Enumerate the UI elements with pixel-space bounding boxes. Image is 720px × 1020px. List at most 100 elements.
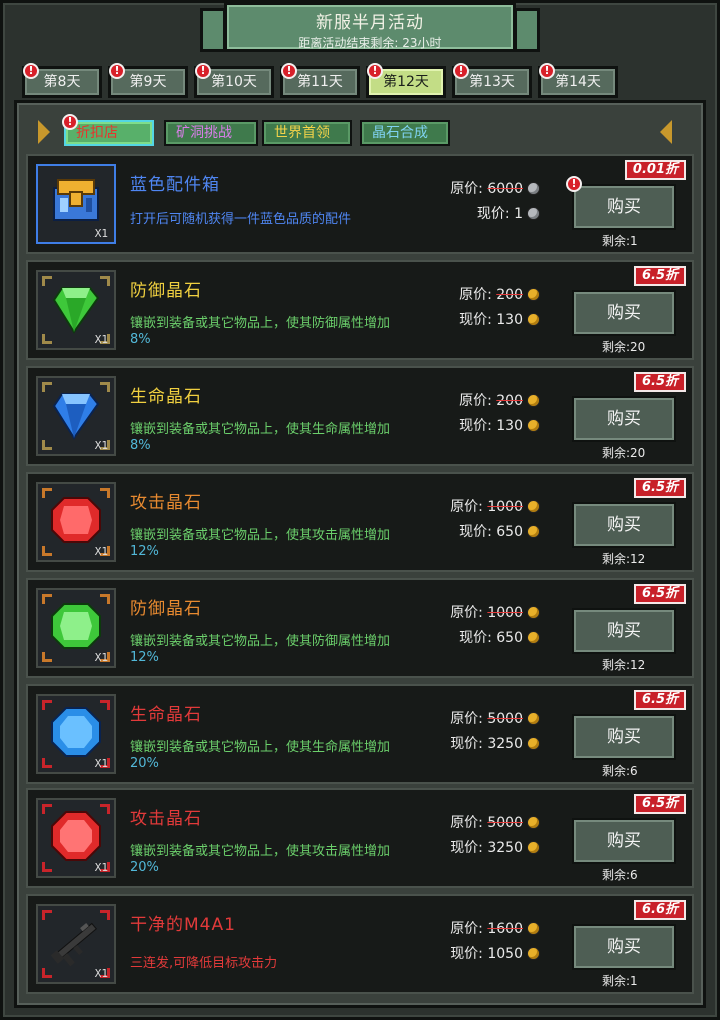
shop-item: X1 攻击晶石 镶嵌到装备或其它物品上，使其攻击属性增加12% 原价: 1000 现价:… — [26, 472, 694, 572]
arrow-left-icon[interactable] — [660, 120, 672, 144]
remaining-label: 剩余: — [602, 446, 631, 460]
alert-badge-icon: ! — [281, 63, 297, 79]
item-icon-slot[interactable]: X1 — [36, 798, 116, 878]
tab-day-12[interactable]: 第12天! — [366, 63, 446, 98]
item-name: 干净的M4A1 — [130, 915, 236, 935]
alert-badge-icon: ! — [62, 114, 78, 130]
buy-button[interactable]: 购买 — [572, 502, 676, 548]
current-price-label: 现价: — [450, 840, 483, 856]
item-description: 三连发,可降低目标攻击力 — [130, 956, 410, 972]
alert-badge-icon: ! — [195, 63, 211, 79]
item-name: 生命晶石 — [130, 705, 202, 725]
original-price-value: 1600 — [487, 921, 523, 937]
item-icon-slot[interactable]: X1 — [36, 694, 116, 774]
original-price-label: 原价: — [450, 499, 483, 515]
item-quantity: X1 — [94, 651, 108, 664]
item-description-text: 打开后可随机获得一件蓝色品质的配件 — [130, 212, 352, 227]
current-price-value: 650 — [496, 524, 523, 540]
current-price: 现价: 130 — [420, 309, 540, 329]
remaining-stock: 剩余:1 — [578, 232, 682, 249]
original-price-label: 原价: — [450, 815, 483, 831]
event-banner: 新服半月活动 距离活动结束剩余: 23小时 — [224, 2, 516, 52]
arrow-right-icon[interactable] — [38, 120, 50, 144]
item-description-text: 镶嵌到装备或其它物品上，使其生命属性增加 — [130, 422, 391, 437]
remaining-count: 20 — [630, 340, 646, 354]
item-quantity: X1 — [94, 861, 108, 874]
event-title: 新服半月活动 — [316, 13, 424, 33]
tab-day-11[interactable]: 第11天! — [280, 63, 360, 98]
item-icon-slot[interactable]: X1 — [36, 270, 116, 350]
item-description: 镶嵌到装备或其它物品上，使其防御属性增加8% — [130, 316, 410, 348]
buy-button-label: 购买 — [607, 831, 641, 851]
shop-item: X1 防御晶石 镶嵌到装备或其它物品上，使其防御属性增加12% 原价: 1000 现价:… — [26, 578, 694, 678]
buy-button-label: 购买 — [607, 409, 641, 429]
buy-button[interactable]: 购买 — [572, 818, 676, 864]
original-price: 原价: 5000 — [420, 708, 540, 728]
item-description: 打开后可随机获得一件蓝色品质的配件 — [130, 212, 410, 228]
silver-coin-icon — [527, 182, 540, 195]
remaining-stock: 剩余:20 — [578, 338, 682, 355]
remaining-label: 剩余: — [602, 764, 631, 778]
current-price-label: 现价: — [450, 946, 483, 962]
item-name: 攻击晶石 — [130, 809, 202, 829]
gold-coin-icon — [527, 947, 540, 960]
remaining-label: 剩余: — [602, 552, 631, 566]
buy-button[interactable]: 购买 — [572, 608, 676, 654]
item-name: 蓝色配件箱 — [130, 175, 220, 195]
tab-day-8[interactable]: 第8天! — [22, 63, 102, 98]
current-price-label: 现价: — [459, 312, 492, 328]
gold-coin-icon — [527, 525, 540, 538]
remaining-stock: 剩余:12 — [578, 656, 682, 673]
buy-button[interactable]: 购买 — [572, 396, 676, 442]
alert-badge-icon: ! — [109, 63, 125, 79]
item-icon-slot[interactable]: X1 — [36, 482, 116, 562]
original-price-label: 原价: — [450, 711, 483, 727]
item-description-text: 镶嵌到装备或其它物品上，使其攻击属性增加 — [130, 844, 391, 859]
discount-badge: 6.6折 — [633, 900, 686, 920]
remaining-stock: 剩余:12 — [578, 550, 682, 567]
buy-button[interactable]: 购买 — [572, 714, 676, 760]
category-tab-1[interactable]: 矿洞挑战 — [164, 120, 258, 146]
tab-label: 第8天 — [43, 74, 81, 90]
category-tab-0[interactable]: 折扣店! — [62, 114, 154, 146]
category-tab-3[interactable]: 晶石合成 — [360, 120, 450, 146]
item-icon-slot[interactable]: X1 — [36, 588, 116, 668]
item-description-percent: 12% — [130, 544, 159, 559]
item-description-percent: 8% — [130, 332, 151, 347]
item-icon-slot[interactable]: X1 — [36, 376, 116, 456]
current-price-value: 130 — [496, 418, 523, 434]
tab-day-9[interactable]: 第9天! — [108, 63, 188, 98]
original-price: 原价: 5000 — [420, 812, 540, 832]
item-description: 镶嵌到装备或其它物品上，使其生命属性增加20% — [130, 740, 410, 772]
buy-button[interactable]: 购买! — [566, 176, 676, 230]
gold-coin-icon — [527, 606, 540, 619]
category-tab-2[interactable]: 世界首领 — [262, 120, 352, 146]
remaining-stock: 剩余:6 — [578, 866, 682, 883]
tab-day-14[interactable]: 第14天! — [538, 63, 618, 98]
item-icon-slot[interactable]: X1 — [36, 164, 116, 244]
category-label: 折扣店 — [76, 125, 118, 141]
original-price: 原价: 6000 — [420, 178, 540, 198]
current-price: 现价: 650 — [420, 627, 540, 647]
buy-button[interactable]: 购买 — [572, 290, 676, 336]
buy-button-label: 购买 — [607, 937, 641, 957]
alert-badge-icon: ! — [566, 176, 582, 192]
item-name: 攻击晶石 — [130, 493, 202, 513]
shop-item: X1 生命晶石镶嵌到装备或其它物品上，使其生命属性增加20% 原价: 5000 现价:… — [26, 684, 694, 784]
current-price: 现价: 3250 — [420, 733, 540, 753]
gold-coin-icon — [527, 631, 540, 644]
discount-badge: 6.5折 — [633, 690, 686, 710]
tab-day-10[interactable]: 第10天! — [194, 63, 274, 98]
current-price-label: 现价: — [459, 524, 492, 540]
tab-label: 第10天 — [211, 74, 257, 90]
buy-button[interactable]: 购买 — [572, 924, 676, 970]
item-name: 防御晶石 — [130, 599, 202, 619]
discount-badge: 6.5折 — [633, 478, 686, 498]
tab-label: 第9天 — [129, 74, 167, 90]
tab-day-13[interactable]: 第13天! — [452, 63, 532, 98]
banner-wing-left — [200, 8, 226, 52]
remaining-label: 剩余: — [602, 234, 631, 248]
item-description-percent: 20% — [130, 860, 159, 875]
item-icon-slot[interactable]: X1 — [36, 904, 116, 984]
gold-coin-icon — [527, 419, 540, 432]
